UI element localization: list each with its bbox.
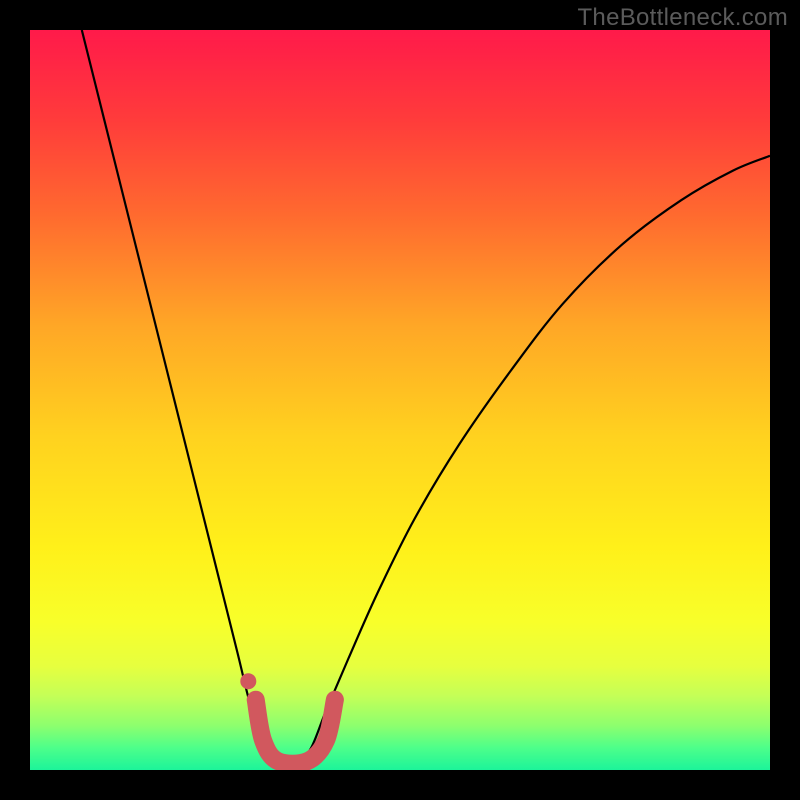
chart-frame: TheBottleneck.com <box>0 0 800 800</box>
plot-area <box>30 30 770 770</box>
watermark-text: TheBottleneck.com <box>577 4 788 32</box>
chart-svg <box>30 30 770 770</box>
optimal-point-dot <box>240 673 256 689</box>
gradient-background <box>30 30 770 770</box>
